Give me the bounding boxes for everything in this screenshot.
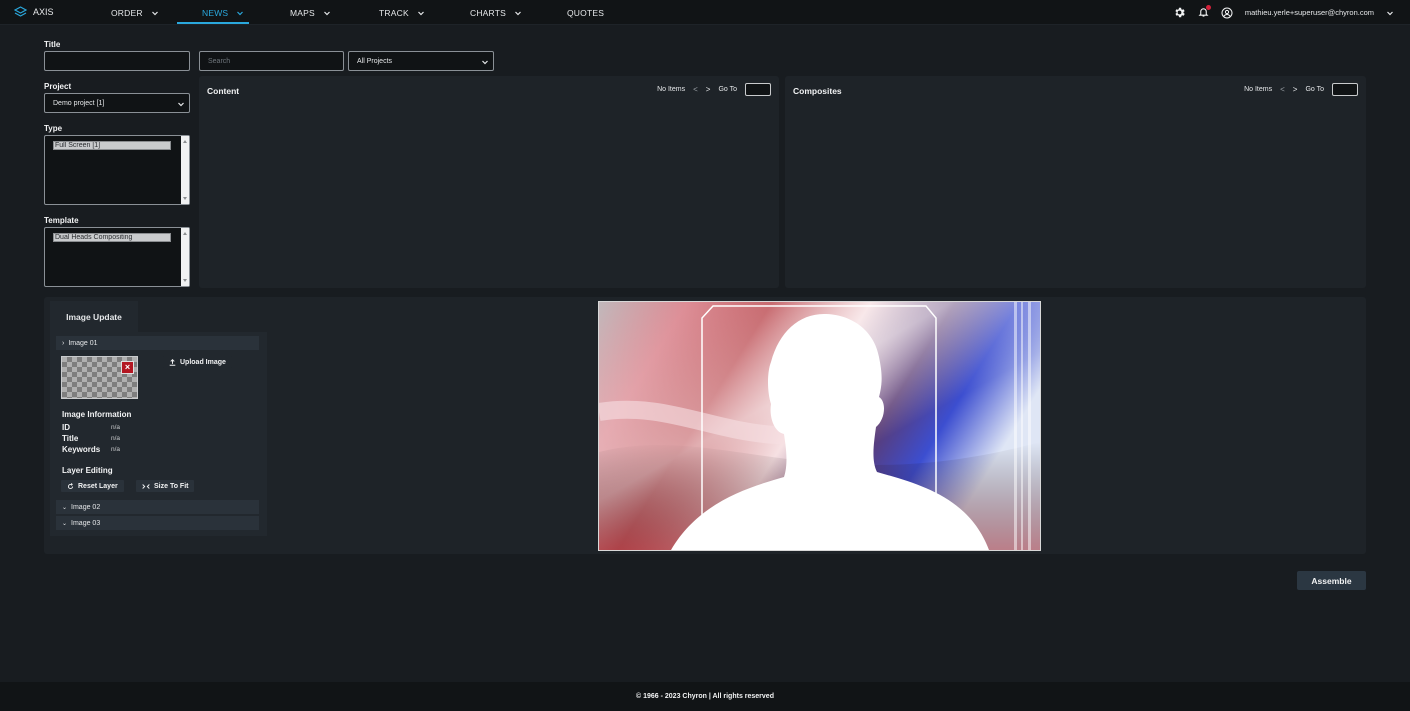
prev-page-button[interactable]: < bbox=[1280, 85, 1285, 94]
footer-copyright: © 1966 - 2023 Chyron | All rights reserv… bbox=[0, 682, 1410, 711]
keywords-value: n/a bbox=[111, 446, 121, 453]
goto-label: Go To bbox=[1305, 86, 1324, 93]
content-title: Content bbox=[207, 86, 240, 96]
type-listbox-scrollbar[interactable] bbox=[181, 136, 189, 204]
projects-select-value: All Projects bbox=[357, 57, 393, 65]
chevron-down-icon bbox=[323, 11, 330, 15]
chevron-down-icon: ⌄ bbox=[62, 520, 68, 527]
user-toolbar: mathieu.yerle+superuser@chyron.com bbox=[1173, 0, 1394, 25]
goto-label: Go To bbox=[718, 86, 737, 93]
next-page-button[interactable]: > bbox=[1293, 85, 1298, 94]
goto-input[interactable] bbox=[745, 83, 771, 96]
no-items-text: No Items bbox=[657, 86, 686, 93]
accordion-image-01-label: Image 01 bbox=[68, 339, 98, 347]
id-value: n/a bbox=[111, 424, 121, 431]
template-label: Template bbox=[44, 216, 79, 225]
prev-page-button[interactable]: < bbox=[693, 85, 698, 94]
reset-layer-label: Reset Layer bbox=[78, 482, 118, 490]
no-items-text: No Items bbox=[1244, 86, 1273, 93]
search-input[interactable]: Search bbox=[199, 51, 344, 71]
gear-icon[interactable] bbox=[1173, 6, 1186, 19]
project-label: Project bbox=[44, 82, 72, 91]
accordion-image-03[interactable]: ⌄ Image 03 bbox=[56, 516, 259, 530]
type-option[interactable]: Full Screen [1] bbox=[53, 141, 171, 150]
notification-badge bbox=[1205, 4, 1211, 10]
next-page-button[interactable]: > bbox=[706, 85, 711, 94]
accordion-image-01[interactable]: › Image 01 bbox=[56, 336, 259, 350]
project-select[interactable]: Demo project [1] bbox=[44, 93, 190, 113]
title-label: Title bbox=[44, 40, 61, 49]
nav-charts-label: CHARTS bbox=[470, 7, 506, 18]
nav-news-label: NEWS bbox=[202, 7, 229, 18]
composite-preview bbox=[598, 301, 1041, 551]
projects-select[interactable]: All Projects bbox=[348, 51, 494, 71]
notifications-button[interactable] bbox=[1198, 4, 1211, 20]
scroll-down-icon[interactable] bbox=[183, 197, 187, 200]
upload-image-label: Upload Image bbox=[180, 358, 226, 366]
app-name: AXIS bbox=[33, 7, 54, 17]
composites-title: Composites bbox=[793, 86, 842, 96]
user-email[interactable]: mathieu.yerle+superuser@chyron.com bbox=[1245, 8, 1374, 17]
type-listbox[interactable]: Full Screen [1] bbox=[44, 135, 190, 205]
chevron-down-icon: ⌄ bbox=[62, 504, 68, 511]
preview-graphic bbox=[599, 302, 1040, 550]
chevron-down-icon bbox=[515, 11, 521, 15]
compress-arrows-icon bbox=[142, 483, 150, 489]
chevron-down-icon[interactable] bbox=[1386, 9, 1394, 17]
nav-maps[interactable]: MAPS bbox=[290, 0, 331, 25]
active-tab-indicator bbox=[177, 22, 249, 24]
title-info-value: n/a bbox=[111, 435, 121, 442]
template-listbox[interactable]: Dual Heads Compositing bbox=[44, 227, 190, 287]
type-label: Type bbox=[44, 124, 63, 133]
size-to-fit-label: Size To Fit bbox=[154, 482, 189, 490]
chevron-down-icon bbox=[237, 11, 244, 15]
reset-layer-button[interactable]: Reset Layer bbox=[61, 480, 124, 492]
accordion-image-02[interactable]: ⌄ Image 02 bbox=[56, 500, 259, 514]
scroll-up-icon[interactable] bbox=[183, 140, 187, 143]
layer-editing-heading: Layer Editing bbox=[62, 466, 113, 475]
goto-input[interactable] bbox=[1332, 83, 1358, 96]
upload-image-button[interactable]: Upload Image bbox=[163, 356, 232, 368]
tab-image-update[interactable]: Image Update bbox=[50, 301, 138, 332]
template-option[interactable]: Dual Heads Compositing bbox=[53, 233, 171, 242]
scroll-up-icon[interactable] bbox=[183, 232, 187, 235]
assemble-button[interactable]: Assemble bbox=[1297, 571, 1366, 590]
nav-order[interactable]: ORDER bbox=[111, 0, 159, 25]
nav-track[interactable]: TRACK bbox=[379, 0, 425, 25]
chevron-down-icon bbox=[178, 102, 184, 107]
accordion-image-02-label: Image 02 bbox=[71, 503, 101, 511]
title-info-label: Title bbox=[62, 434, 79, 443]
nav-order-label: ORDER bbox=[111, 7, 143, 18]
upload-icon bbox=[169, 358, 176, 366]
accordion-image-03-label: Image 03 bbox=[71, 519, 101, 527]
composites-panel: Composites No Items < > Go To bbox=[785, 76, 1366, 288]
scroll-down-icon[interactable] bbox=[183, 279, 187, 282]
remove-image-icon[interactable]: × bbox=[121, 361, 134, 374]
top-navbar: AXIS ORDER NEWS MAPS TRACK CHARTS QUOTES bbox=[0, 0, 1410, 25]
chevron-right-icon: › bbox=[62, 339, 65, 347]
app-logo[interactable]: AXIS bbox=[14, 6, 54, 18]
title-input[interactable] bbox=[44, 51, 190, 71]
nav-charts[interactable]: CHARTS bbox=[470, 0, 522, 25]
nav-maps-label: MAPS bbox=[290, 7, 315, 18]
chevron-down-icon bbox=[417, 11, 424, 15]
chevron-down-icon bbox=[151, 11, 158, 15]
reset-icon bbox=[67, 482, 74, 489]
content-panel: Content No Items < > Go To bbox=[199, 76, 779, 288]
size-to-fit-button[interactable]: Size To Fit bbox=[136, 480, 195, 492]
nav-track-label: TRACK bbox=[379, 7, 409, 18]
keywords-label: Keywords bbox=[62, 445, 101, 454]
nav-quotes-label: QUOTES bbox=[567, 7, 605, 18]
content-pager: No Items < > Go To bbox=[657, 83, 771, 96]
nav-quotes[interactable]: QUOTES bbox=[567, 0, 604, 25]
project-select-value: Demo project [1] bbox=[53, 99, 105, 107]
layers-icon bbox=[14, 6, 27, 17]
chevron-down-icon bbox=[482, 60, 488, 65]
user-circle-icon[interactable] bbox=[1221, 7, 1233, 19]
composites-pager: No Items < > Go To bbox=[1244, 83, 1358, 96]
image-editor: › Image 01 × Upload Image Image Informat… bbox=[50, 332, 267, 536]
template-listbox-scrollbar[interactable] bbox=[181, 228, 189, 286]
id-label: ID bbox=[62, 423, 70, 432]
image-information-heading: Image Information bbox=[62, 410, 132, 419]
